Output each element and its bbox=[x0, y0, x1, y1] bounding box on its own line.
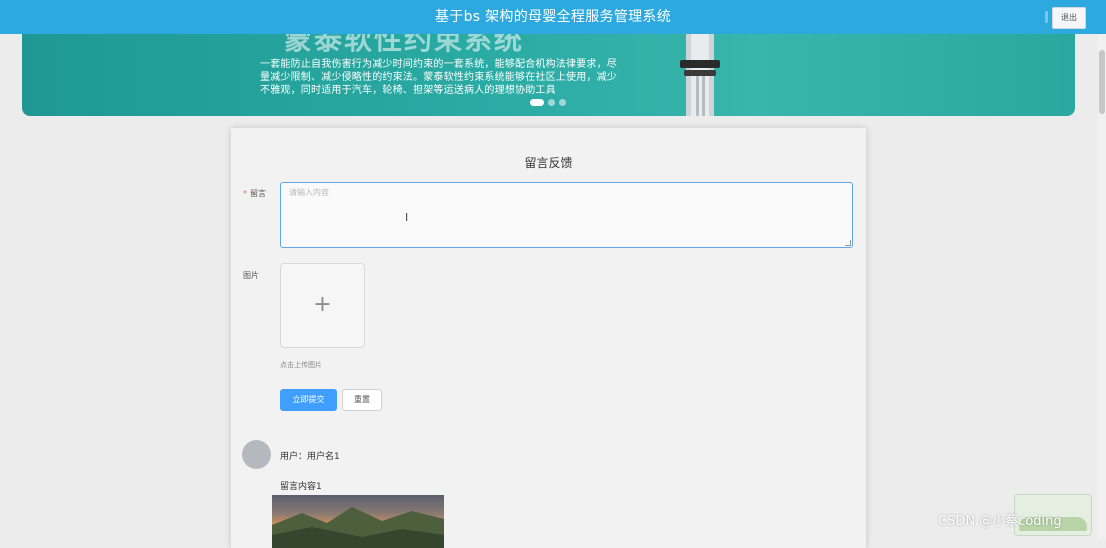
message-textarea[interactable]: 请输入内容 I bbox=[280, 182, 853, 248]
upload-hint: 点击上传图片 bbox=[280, 361, 322, 369]
resize-handle-icon[interactable] bbox=[845, 240, 851, 246]
top-header-bar: 基于bs 架构的母婴全程服务管理系统 退出 bbox=[0, 0, 1106, 34]
comment-username: 用户：用户名1 bbox=[280, 452, 340, 462]
message-placeholder: 请输入内容 bbox=[289, 188, 329, 197]
feedback-card: 留言反馈 * 留言 请输入内容 I 图片 + 点击上传图片 立即提交 重置 用户：… bbox=[231, 128, 866, 548]
scrollbar-thumb[interactable] bbox=[1099, 50, 1105, 114]
banner-description: 一套能防止自我伤害行为减少时间约束的一套系统，能够配合机构法律要求，尽量减少限制… bbox=[260, 59, 617, 96]
banner-title: 蒙泰软性约束系统 bbox=[284, 34, 525, 56]
plus-icon: + bbox=[313, 292, 332, 317]
text-cursor-icon: I bbox=[405, 211, 409, 224]
landscape-image-icon bbox=[272, 507, 444, 548]
message-label-text: 留言 bbox=[250, 189, 266, 198]
csdn-watermark: CSDN @小蔡coding bbox=[938, 514, 1062, 529]
carousel-banner[interactable]: 蒙泰软性约束系统 一套能防止自我伤害行为减少时间约束的一套系统，能够配合机构法律… bbox=[22, 34, 1075, 116]
logout-button[interactable]: 退出 bbox=[1052, 7, 1086, 29]
comment-content: 留言内容1 bbox=[280, 482, 322, 492]
image-label: 图片 bbox=[243, 271, 259, 280]
page-scrollbar[interactable] bbox=[1098, 34, 1106, 539]
carousel-dot-1[interactable] bbox=[530, 99, 544, 106]
submit-button[interactable]: 立即提交 bbox=[280, 389, 337, 411]
feedback-heading: 留言反馈 bbox=[524, 156, 573, 170]
carousel-dot-2[interactable] bbox=[548, 99, 555, 106]
required-mark: * bbox=[243, 189, 247, 198]
carousel-indicators bbox=[530, 99, 566, 106]
reset-button[interactable]: 重置 bbox=[342, 389, 382, 411]
header-indicator-icon bbox=[1045, 11, 1048, 23]
avatar bbox=[242, 440, 271, 469]
system-title: 基于bs 架构的母婴全程服务管理系统 bbox=[434, 9, 672, 25]
message-label: * 留言 bbox=[243, 188, 266, 199]
image-upload-box[interactable]: + bbox=[280, 263, 365, 348]
carousel-dot-3[interactable] bbox=[559, 99, 566, 106]
comment-image[interactable] bbox=[272, 495, 444, 548]
banner-product-figure bbox=[680, 34, 720, 116]
